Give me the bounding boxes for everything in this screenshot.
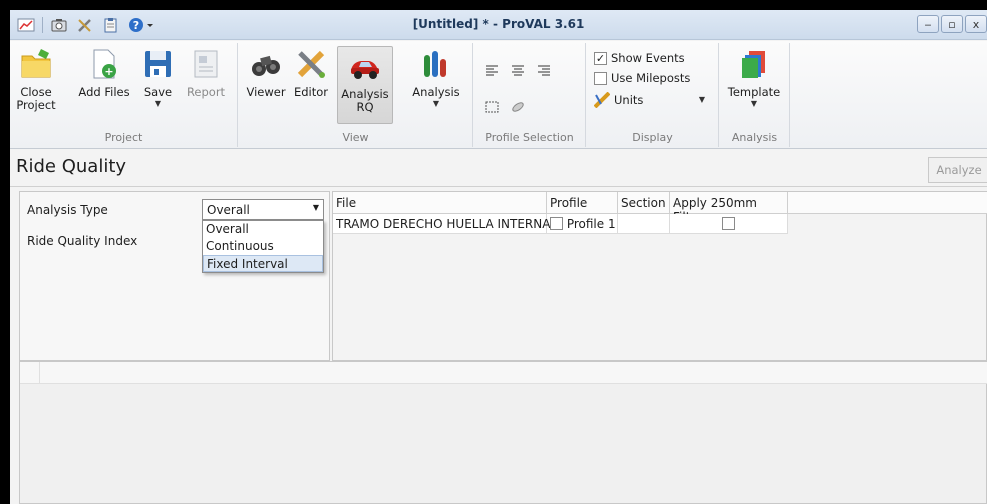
results-row-header (20, 362, 40, 384)
profile-name: Profile 1 (566, 217, 616, 231)
analysis-rq-button[interactable]: Analysis RQ (337, 46, 393, 124)
dropdown-option-fixed-interval[interactable]: Fixed Interval (203, 255, 323, 272)
column-header-apply-filter[interactable]: Apply 250mm Filter (670, 192, 788, 224)
group-label-analysis: Analysis (731, 131, 778, 144)
binoculars-icon (252, 55, 280, 76)
chevron-down-icon: ▼ (154, 99, 162, 108)
template-label: Template (727, 85, 781, 99)
add-files-label: Add Files (78, 85, 130, 99)
grid-header: File Profile Section Apply 250mm Filter (333, 192, 987, 224)
ribbon-group-display: ✓ Show Events Use Mileposts Units ▼ Disp… (587, 43, 719, 147)
analysis-type-select[interactable]: Overall ▼ (202, 199, 324, 220)
table-row[interactable]: TRAMO DERECHO HUELLA INTERNA Profile 1 (333, 214, 788, 234)
profile-checkbox[interactable] (550, 217, 563, 230)
ribbon-group-view: Viewer Editor Analysis RQ Analysis ▼ Vie… (239, 43, 473, 147)
viewer-button[interactable]: Viewer (246, 47, 286, 99)
editor-button[interactable]: Editor (291, 47, 331, 99)
results-area (19, 361, 987, 504)
units-label: Units (614, 93, 644, 107)
chevron-down-icon[interactable]: ▼ (313, 203, 319, 212)
analysis-rq-label-2: RQ (356, 100, 374, 114)
cell-section[interactable] (618, 214, 670, 234)
group-label-display: Display (632, 131, 673, 144)
group-label-profile-selection: Profile Selection (485, 131, 574, 144)
analysis-type-dropdown-list: Overall Continuous Fixed Interval (202, 220, 324, 273)
units-ruler-icon (594, 92, 610, 108)
chevron-down-icon: ▼ (432, 99, 440, 108)
apply-filter-checkbox[interactable] (722, 217, 735, 230)
align-center-icon[interactable] (510, 63, 526, 79)
group-label-view: View (342, 131, 369, 144)
column-header-section[interactable]: Section (618, 192, 670, 214)
select-rectangle-icon[interactable] (484, 99, 500, 115)
dropdown-option-continuous[interactable]: Continuous (203, 238, 323, 255)
page-title: Ride Quality (16, 156, 127, 177)
analysis-label: Analysis (412, 85, 460, 99)
analysis-type-value: Overall (207, 203, 250, 217)
add-files-button[interactable]: + Add Files (76, 47, 132, 99)
close-icon[interactable]: x (965, 15, 987, 33)
minimize-icon[interactable]: ‒ (917, 15, 939, 33)
analysis-type-label: Analysis Type (27, 203, 108, 217)
chevron-down-icon: ▼ (698, 95, 705, 104)
close-project-label-2: Project (16, 98, 56, 112)
folder-icon (21, 49, 51, 78)
analysis-options-panel: Analysis Type Ride Quality Index Overall… (19, 191, 330, 361)
template-button[interactable]: Template ▼ (726, 47, 782, 109)
column-header-profile[interactable]: Profile (547, 192, 618, 214)
column-header-file[interactable]: File (333, 192, 547, 214)
report-button[interactable]: Report (186, 47, 226, 99)
save-label: Save (143, 85, 173, 99)
maximize-icon[interactable]: ▫ (941, 15, 963, 33)
svg-text:+: + (104, 65, 113, 78)
ride-quality-index-label: Ride Quality Index (27, 234, 138, 248)
editor-label: Editor (293, 85, 329, 99)
show-events-checkbox[interactable]: ✓ Show Events (594, 51, 685, 65)
car-icon (351, 61, 379, 79)
files-grid: File Profile Section Apply 250mm Filter … (332, 191, 987, 361)
dropdown-option-overall[interactable]: Overall (203, 221, 323, 238)
ribbon-group-analysis: Template ▼ Analysis (720, 43, 790, 147)
cell-file[interactable]: TRAMO DERECHO HUELLA INTERNA (333, 214, 550, 234)
template-icon (742, 51, 765, 78)
use-mileposts-label: Use Mileposts (611, 71, 691, 85)
cell-profile[interactable]: Profile 1 (547, 214, 618, 234)
report-label: Report (186, 85, 226, 99)
ribbon-group-project: Close Project + Add Files Save ▼ Report … (10, 43, 238, 147)
proval-window: ? [Untitled] * - ProVAL 3.61 ‒ ▫ x Close… (10, 10, 987, 504)
save-button[interactable]: Save ▼ (141, 47, 175, 109)
editor-tools-icon (297, 50, 325, 78)
cell-apply-filter[interactable] (670, 214, 788, 234)
analyze-button[interactable]: Analyze (928, 157, 987, 183)
results-header-strip (20, 362, 987, 384)
ribbon-group-profile-selection: Profile Selection (474, 43, 586, 147)
checkbox-unchecked[interactable] (594, 71, 607, 85)
checkbox-checked[interactable]: ✓ (594, 51, 607, 65)
use-mileposts-checkbox[interactable]: Use Mileposts (594, 71, 690, 85)
ride-quality-header: Ride Quality Analyze (10, 150, 987, 187)
close-project-button[interactable]: Close Project (16, 47, 56, 112)
show-events-label: Show Events (611, 51, 685, 65)
eraser-icon[interactable] (510, 99, 526, 115)
viewer-label: Viewer (246, 85, 286, 99)
title-bar: ? [Untitled] * - ProVAL 3.61 ‒ ▫ x (10, 10, 987, 40)
save-disk-icon (145, 51, 171, 77)
group-label-project: Project (104, 131, 143, 144)
align-right-icon[interactable] (536, 63, 552, 79)
chevron-down-icon: ▼ (750, 99, 758, 108)
window-title: [Untitled] * - ProVAL 3.61 (412, 17, 585, 31)
add-file-icon: + (93, 49, 116, 79)
units-dropdown[interactable]: Units ▼ (594, 92, 709, 108)
report-icon (194, 50, 218, 78)
ribbon: Close Project + Add Files Save ▼ Report … (10, 41, 987, 149)
analysis-bars-icon (424, 51, 446, 77)
analysis-dropdown-button[interactable]: Analysis ▼ (411, 47, 461, 109)
window-controls: ‒ ▫ x (917, 15, 987, 33)
align-left-icon[interactable] (484, 63, 500, 79)
